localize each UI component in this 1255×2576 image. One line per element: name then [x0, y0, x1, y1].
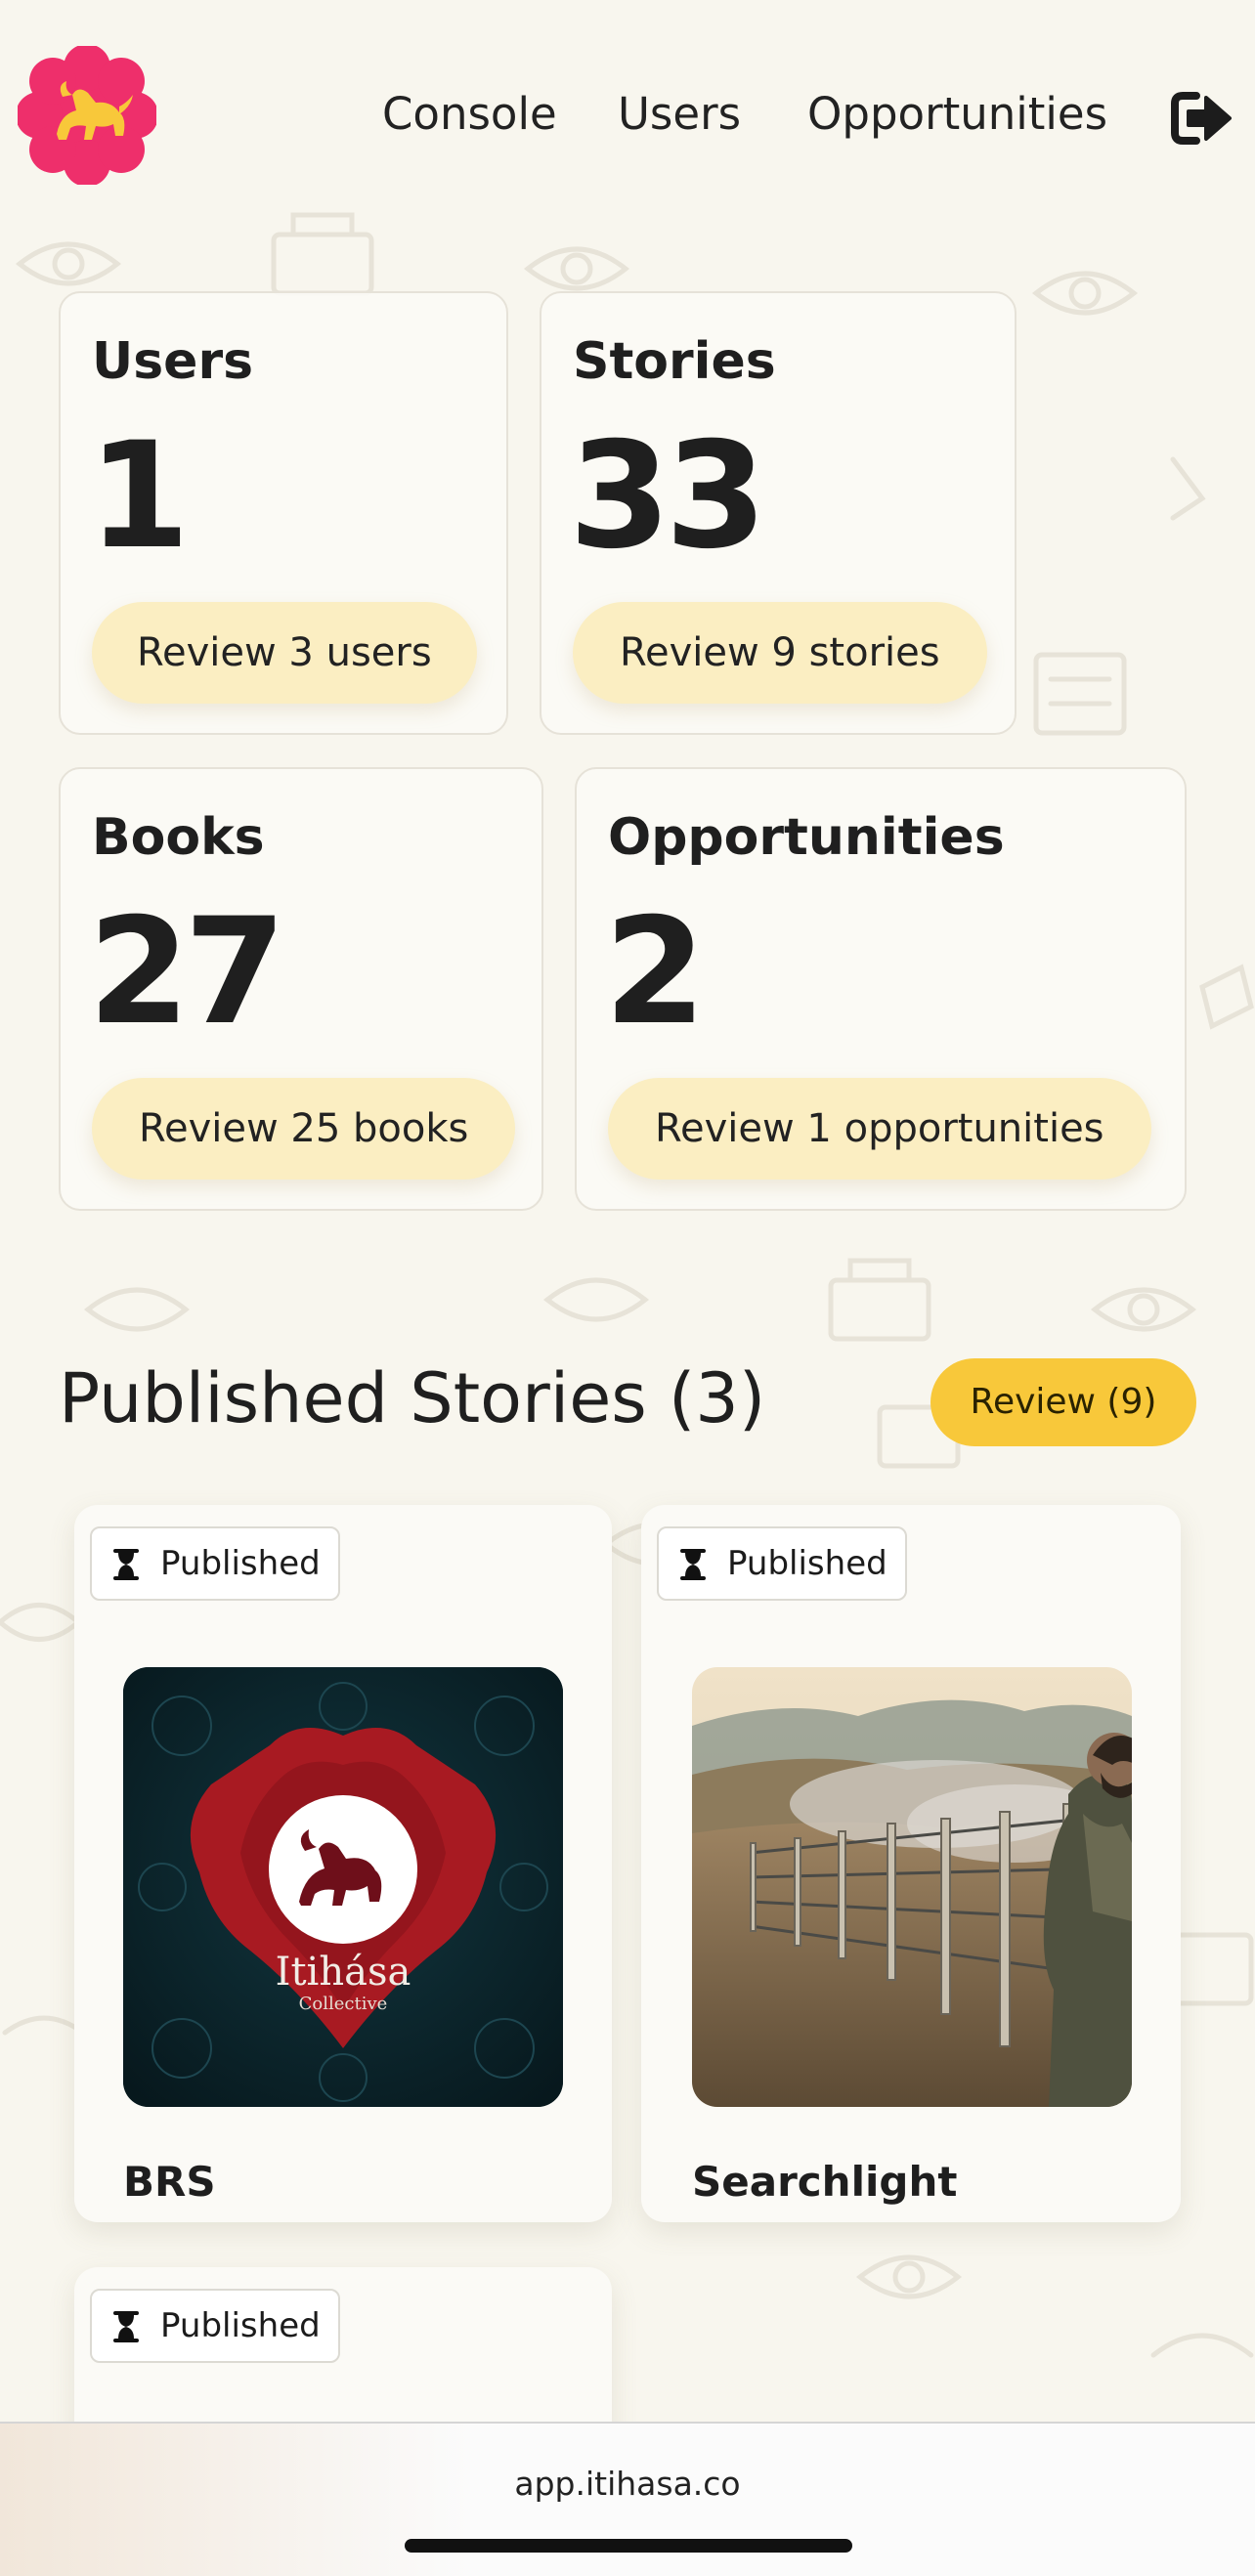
status-badge: Published — [90, 2289, 340, 2363]
books-stat-card: Books 27 Review 25 books — [59, 767, 543, 1211]
story-cover-image[interactable]: Itihása Collective — [123, 1667, 563, 2107]
hourglass-icon — [680, 1549, 706, 1580]
opportunities-stat-card: Opportunities 2 Review 1 opportunities — [575, 767, 1187, 1211]
status-label: Published — [160, 2306, 321, 2345]
border-fence-soldier-photo — [692, 1667, 1132, 2107]
story-title[interactable]: BRS — [123, 2158, 216, 2206]
nav-opportunities-link[interactable]: Opportunities — [807, 88, 1107, 140]
hourglass-icon — [113, 1549, 139, 1580]
hourglass-icon — [113, 2311, 139, 2342]
status-label: Published — [727, 1544, 887, 1583]
card-count: 27 — [88, 887, 286, 1057]
status-badge: Published — [657, 1526, 907, 1601]
sign-out-icon[interactable] — [1169, 90, 1233, 147]
card-count: 33 — [569, 411, 767, 581]
cover-sub-text: Collective — [299, 1994, 388, 2014]
card-title: Stories — [573, 332, 776, 391]
published-stories-heading: Published Stories (3) — [59, 1358, 766, 1438]
card-count: 2 — [604, 887, 706, 1057]
review-books-button[interactable]: Review 25 books — [92, 1078, 516, 1180]
review-users-button[interactable]: Review 3 users — [92, 602, 477, 704]
status-badge: Published — [90, 1526, 340, 1601]
cover-brand-text: Itihása — [276, 1950, 411, 1995]
itihasa-collective-cover-art: Itihása Collective — [123, 1667, 563, 2107]
card-title: Users — [92, 332, 254, 391]
card-count: 1 — [88, 411, 190, 581]
card-title: Books — [92, 808, 265, 867]
url-text[interactable]: app.itihasa.co — [0, 2465, 1255, 2503]
review-stories-button[interactable]: Review 9 stories — [573, 602, 987, 704]
nav-users-link[interactable]: Users — [618, 88, 741, 140]
card-title: Opportunities — [608, 808, 1005, 867]
lion-emblem-icon[interactable] — [18, 46, 156, 185]
story-title[interactable]: Searchlight — [692, 2158, 957, 2206]
browser-address-bar[interactable]: app.itihasa.co — [0, 2422, 1255, 2576]
review-published-button[interactable]: Review (9) — [930, 1358, 1196, 1446]
story-card[interactable]: Published — [641, 1505, 1181, 2222]
story-card[interactable]: Published Itihása Collective BRS — [74, 1505, 612, 2222]
story-cover-image[interactable] — [692, 1667, 1132, 2107]
users-stat-card: Users 1 Review 3 users — [59, 291, 508, 735]
status-label: Published — [160, 1544, 321, 1583]
review-opportunities-button[interactable]: Review 1 opportunities — [608, 1078, 1151, 1180]
stories-stat-card: Stories 33 Review 9 stories — [540, 291, 1017, 735]
nav-console-link[interactable]: Console — [382, 88, 557, 140]
home-indicator — [405, 2539, 852, 2553]
